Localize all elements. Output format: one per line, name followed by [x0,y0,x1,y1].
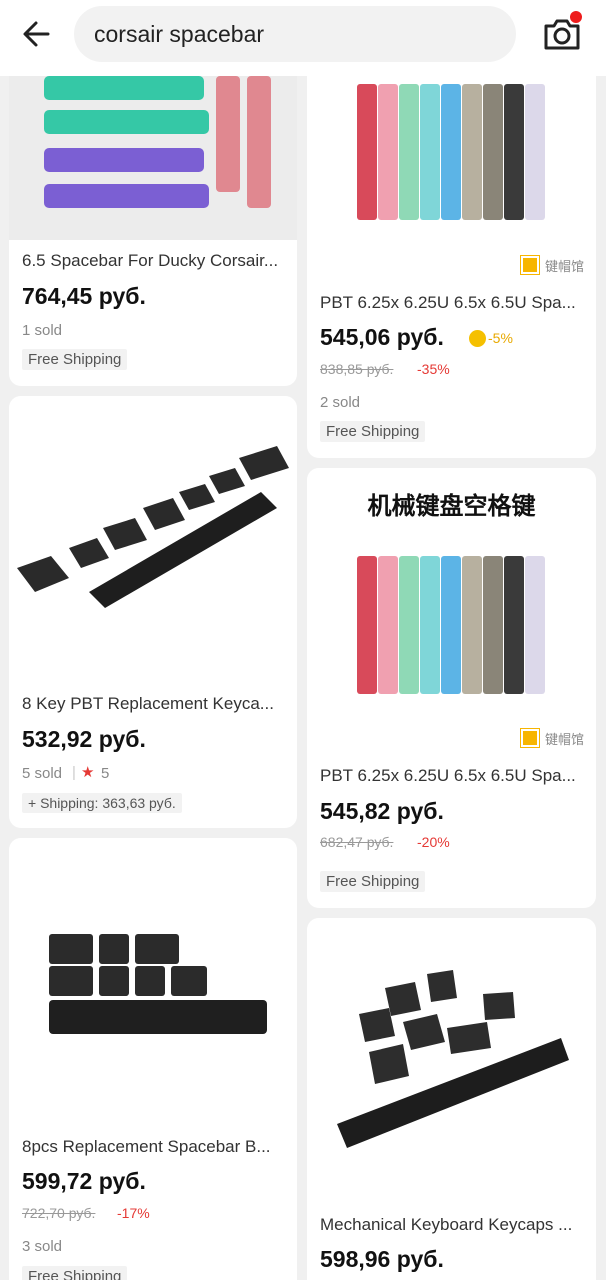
product-price: 764,45 руб. [22,283,146,309]
sold-count: 2 sold [320,394,361,411]
shipping-badge: Free Shipping [320,871,426,892]
product-price: 545,82 руб. [320,798,444,824]
discount-percent: -20% [417,834,450,850]
product-price: 599,72 руб. [22,1168,146,1194]
shop-logo-icon [520,728,540,748]
search-query: corsair spacebar [94,21,265,47]
original-price: 838,85 руб. [320,361,394,377]
sold-count: 1 sold [22,322,63,339]
shipping-badge: Free Shipping [320,421,426,442]
product-price: 545,06 руб. [320,324,444,350]
product-image [307,60,596,275]
sold-count: 3 sold [22,1238,63,1255]
notification-dot [570,11,582,23]
divider: | [72,764,76,781]
product-price: 532,92 руб. [22,726,146,752]
back-button[interactable] [18,14,58,54]
shipping-badge: Free Shipping [22,1266,128,1280]
product-title: PBT 6.25x 6.25U 6.5x 6.5U Spa... [320,766,576,785]
product-title: PBT 6.25x 6.25U 6.5x 6.5U Spa... [320,293,576,312]
product-card[interactable]: 6.5 Spacebar For Ducky Corsair... 764,45… [9,60,297,386]
product-card[interactable]: 键帽馆 PBT 6.25x 6.25U 6.5x 6.5U Spa... 545… [307,60,596,458]
star-icon: ★ [81,764,95,781]
discount-percent: -35% [417,361,450,377]
arrow-left-icon [23,21,50,47]
product-image [9,60,297,240]
shop-watermark: 键帽馆 [545,259,585,274]
shipping-badge: Free Shipping [22,349,128,370]
product-image [9,838,297,1123]
sold-count: 5 sold [22,765,63,782]
search-input[interactable]: corsair spacebar [74,6,516,62]
rating-value: 5 [101,765,110,782]
product-title: 8pcs Replacement Spacebar B... [22,1137,271,1156]
product-image [307,918,596,1202]
product-image: 机械键盘空格键 [307,468,596,763]
discount-percent: -17% [117,1205,150,1221]
original-price: 682,47 руб. [320,834,394,850]
original-price: 722,70 руб. [22,1205,96,1221]
coin-discount: -5% [488,330,513,346]
product-title: 6.5 Spacebar For Ducky Corsair... [22,251,279,270]
coin-icon [469,330,486,347]
product-image [9,396,297,681]
shop-logo-icon [520,255,540,275]
product-card[interactable]: 8 Key PBT Replacement Keyca... 532,92 ру… [9,396,297,828]
search-header: corsair spacebar [0,0,606,76]
shipping-badge: + Shipping: 363,63 руб. [22,793,182,813]
product-card[interactable]: 机械键盘空格键 键帽馆 PBT 6.25x 6.25U 6.5x 6.5U Sp… [307,468,596,908]
product-price: 598,96 руб. [320,1246,444,1272]
product-card[interactable]: 8pcs Replacement Spacebar B... 599,72 ру… [9,838,297,1280]
shop-watermark: 键帽馆 [545,732,585,747]
product-title: Mechanical Keyboard Keycaps ... [320,1215,573,1234]
product-title: 8 Key PBT Replacement Keyca... [22,694,274,713]
product-card[interactable]: Mechanical Keyboard Keycaps ... 598,96 р… [307,918,596,1280]
